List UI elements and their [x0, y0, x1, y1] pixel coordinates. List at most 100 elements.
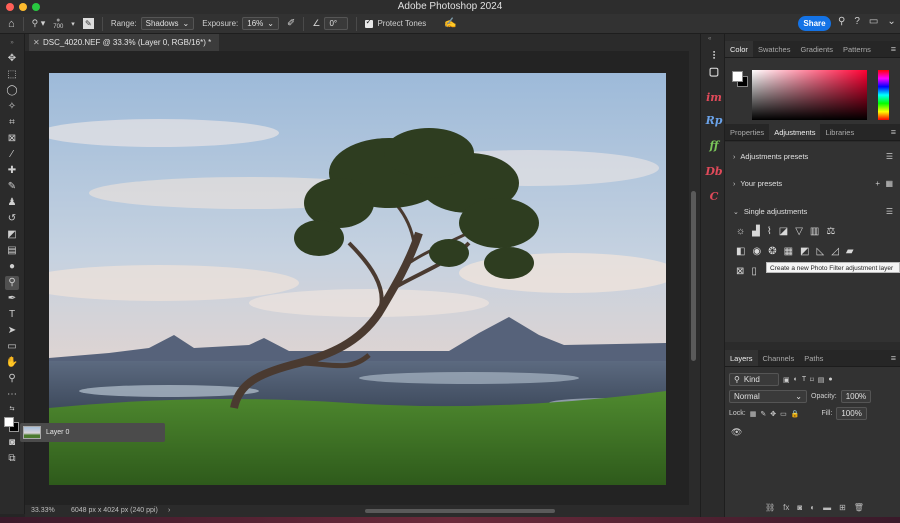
blur-tool-icon[interactable]: ● [5, 260, 19, 274]
selective-color-icon[interactable]: ⊠ [736, 266, 744, 277]
close-window-button[interactable] [6, 3, 14, 11]
filter-adjustment-icon[interactable]: ◐ [794, 376, 798, 383]
history-panel-icon[interactable]: ⫶ [705, 48, 723, 64]
exposure-input[interactable]: 16% ⌄ [242, 17, 279, 30]
new-group-icon[interactable]: ▬ [823, 503, 831, 512]
layer-mask-icon[interactable]: ◙ [797, 503, 802, 512]
layer-style-icon[interactable]: fx [783, 503, 789, 512]
home-icon[interactable]: ⌂ [8, 18, 15, 30]
brush-tool-icon[interactable]: ✎ [5, 180, 19, 194]
filter-pixel-icon[interactable]: ▣ [783, 376, 790, 384]
invert-icon[interactable]: ◩ [800, 246, 809, 257]
edit-toolbar-icon[interactable]: ⋯ [5, 388, 19, 402]
minimize-window-button[interactable] [19, 3, 27, 11]
posterize-icon[interactable]: ◺ [816, 246, 824, 257]
opacity-input[interactable]: 100% [840, 390, 872, 403]
plugin-c[interactable]: C [705, 189, 723, 205]
history-brush-tool-icon[interactable]: ↺ [5, 212, 19, 226]
eraser-tool-icon[interactable]: ◩ [5, 228, 19, 242]
foreground-swatch[interactable] [732, 71, 743, 82]
filter-toggle-icon[interactable]: ● [828, 376, 832, 383]
levels-icon[interactable]: ▟ [752, 226, 760, 237]
plugin-im[interactable]: im [705, 90, 723, 106]
lasso-tool-icon[interactable]: ◯ [5, 84, 19, 98]
delete-layer-icon[interactable]: 🗑 [854, 503, 864, 512]
new-layer-icon[interactable]: ⊞ [839, 503, 846, 512]
protect-tones-checkbox[interactable]: Protect Tones [365, 17, 426, 28]
filter-type-icon[interactable]: T [802, 376, 806, 383]
horizontal-scrollbar-thumb[interactable] [365, 509, 555, 513]
brush-settings-icon[interactable]: ✎ [82, 18, 94, 29]
gradient-tool-icon[interactable]: ▤ [5, 244, 19, 258]
vertical-scrollbar[interactable] [689, 51, 700, 505]
tab-swatches[interactable]: Swatches [753, 41, 796, 57]
crop-tool-icon[interactable]: ⌗ [5, 116, 19, 130]
healing-brush-tool-icon[interactable]: ✚ [5, 164, 19, 178]
layer-row[interactable]: Layer 0 [20, 423, 165, 442]
eye-icon[interactable]: 👁 [731, 427, 742, 438]
close-icon[interactable]: ✕ [33, 34, 40, 51]
brightness-contrast-icon[interactable]: ☼ [736, 226, 745, 237]
foreground-color-swatch[interactable] [4, 417, 14, 427]
list-view-icon[interactable]: ☰ [886, 207, 893, 216]
link-layers-icon[interactable]: ⛓ [765, 503, 775, 512]
share-button[interactable]: Share [798, 16, 831, 31]
zoom-level[interactable]: 33.33% [31, 505, 55, 517]
brush-preset-picker[interactable]: ● 700 [53, 17, 63, 31]
hand-tool-icon[interactable]: ✋ [5, 356, 19, 370]
more-options-icon[interactable]: ⌄ [887, 16, 895, 27]
tab-patterns[interactable]: Patterns [838, 41, 876, 57]
workspace-icon[interactable]: ▭ [869, 16, 878, 27]
toolbar-collapse-icon[interactable]: » [5, 36, 19, 50]
pressure-size-icon[interactable]: ✍ [444, 18, 456, 29]
hue-slider[interactable] [878, 70, 889, 120]
rectangle-tool-icon[interactable]: ▭ [5, 340, 19, 354]
filter-shape-icon[interactable]: ⌑ [810, 376, 814, 384]
tab-layers[interactable]: Layers [725, 350, 758, 366]
angle-input[interactable]: 0° [324, 17, 349, 30]
photo-filter-icon[interactable]: ◉ [752, 246, 761, 257]
fill-input[interactable]: 100% [836, 407, 867, 420]
lock-artboard-icon[interactable]: ▭ [780, 410, 787, 418]
type-tool-icon[interactable]: T [5, 308, 19, 322]
panel-menu-icon[interactable]: ≡ [891, 41, 896, 58]
airbrush-icon[interactable]: ✐ [287, 18, 295, 29]
exposure-icon[interactable]: ◪ [779, 226, 788, 237]
quick-mask-icon[interactable]: ◙ [5, 436, 19, 450]
clone-stamp-tool-icon[interactable]: ♟ [5, 196, 19, 210]
layer-filter-select[interactable]: ⚲ Kind [729, 373, 779, 386]
threshold-icon[interactable]: ◿ [831, 246, 839, 257]
tab-paths[interactable]: Paths [799, 350, 828, 366]
panel-menu-icon[interactable]: ≡ [891, 350, 896, 367]
lock-transparent-icon[interactable]: ▦ [750, 410, 757, 418]
tab-channels[interactable]: Channels [758, 350, 800, 366]
frame-tool-icon[interactable]: ⊠ [5, 132, 19, 146]
zoom-tool-icon[interactable]: ⚲ [5, 372, 19, 386]
lock-position-icon[interactable]: ✥ [770, 410, 776, 418]
lock-all-icon[interactable]: 🔒 [791, 410, 800, 418]
tab-properties[interactable]: Properties [725, 124, 769, 140]
eyedropper-tool-icon[interactable]: ⁄ [5, 148, 19, 162]
lock-image-icon[interactable]: ✎ [760, 410, 766, 418]
strip-collapse-icon[interactable]: « [708, 36, 711, 42]
plugin-ff[interactable]: ff [705, 138, 723, 154]
vibrance-icon[interactable]: ▽ [795, 226, 803, 237]
plugin-rp[interactable]: Rp [705, 113, 723, 129]
color-field[interactable] [752, 70, 867, 120]
your-presets-row[interactable]: › Your presets + ▦ [733, 179, 893, 188]
move-tool-icon[interactable]: ✥ [5, 52, 19, 66]
screen-mode-icon[interactable]: ⧉ [5, 452, 19, 466]
extra-adjustment-icon[interactable]: ▯ [751, 266, 757, 277]
brush-dropdown-icon[interactable]: ▾ [71, 20, 75, 28]
tab-color[interactable]: Color [725, 41, 753, 57]
gradient-map-icon[interactable]: ▰ [846, 246, 854, 257]
burn-tool-preset-icon[interactable]: ⚲ ▾ [32, 18, 46, 29]
tab-libraries[interactable]: Libraries [820, 124, 859, 140]
curves-icon[interactable]: ⌇ [767, 226, 772, 237]
black-white-icon[interactable]: ◧ [736, 246, 745, 257]
search-icon[interactable]: ⚲ [838, 16, 845, 27]
add-preset-icon[interactable]: + [875, 179, 880, 188]
blend-mode-select[interactable]: Normal ⌄ [729, 390, 807, 403]
help-icon[interactable]: ? [854, 16, 860, 27]
burn-tool-icon[interactable]: ⚲ [5, 276, 19, 290]
